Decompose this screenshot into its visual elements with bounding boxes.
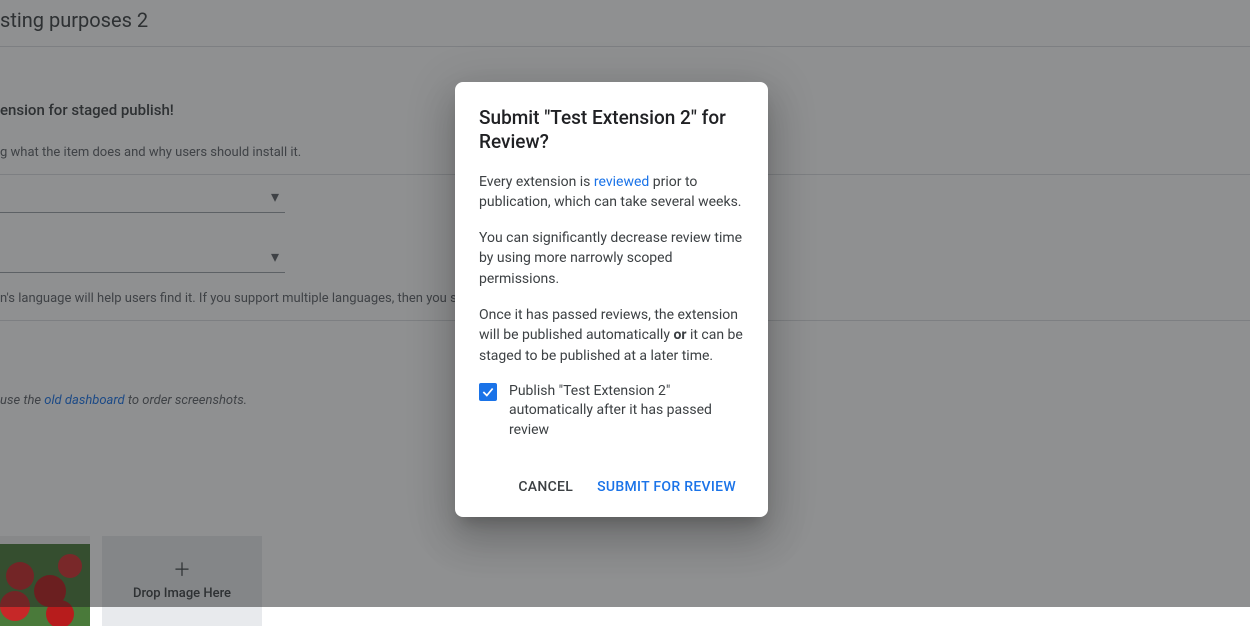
dialog-paragraph-2: You can significantly decrease review ti… <box>479 228 744 289</box>
checkbox-label: Publish "Test Extension 2" automatically… <box>509 382 744 441</box>
submit-review-dialog: Submit "Test Extension 2" for Review? Ev… <box>455 82 768 517</box>
dialog-actions: Cancel Submit for Review <box>479 461 744 505</box>
auto-publish-checkbox-row[interactable]: Publish "Test Extension 2" automatically… <box>479 382 744 441</box>
text-bold: or <box>673 327 686 343</box>
text: Every extension is <box>479 174 594 190</box>
reviewed-link[interactable]: reviewed <box>594 174 649 190</box>
dialog-title: Submit "Test Extension 2" for Review? <box>479 106 744 154</box>
dialog-paragraph-1: Every extension is reviewed prior to pub… <box>479 172 744 213</box>
cancel-button[interactable]: Cancel <box>510 469 581 505</box>
check-icon <box>481 385 495 399</box>
submit-for-review-button[interactable]: Submit for Review <box>589 469 744 505</box>
checkbox-checked[interactable] <box>479 383 497 401</box>
dialog-paragraph-3: Once it has passed reviews, the extensio… <box>479 305 744 366</box>
